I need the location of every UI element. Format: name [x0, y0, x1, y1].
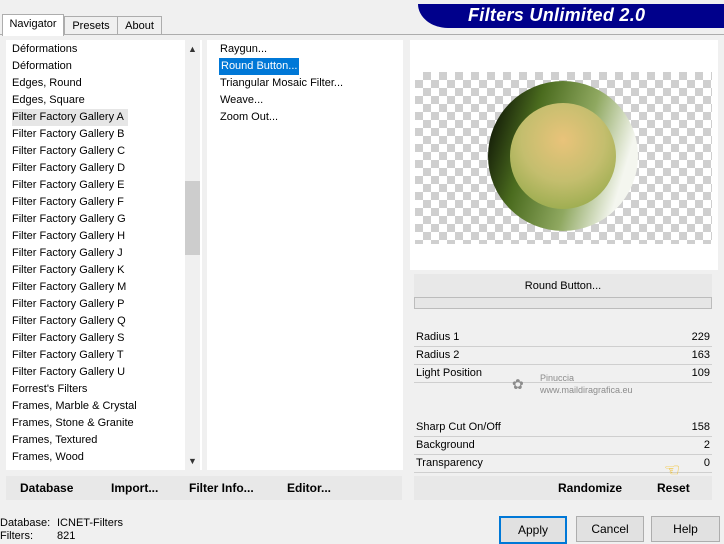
- category-item[interactable]: Filter Factory Gallery F: [12, 194, 124, 211]
- category-item[interactable]: Edges, Square: [12, 92, 85, 109]
- status-database: Database: ICNET-Filters: [0, 517, 123, 530]
- progress-bar: [414, 297, 712, 309]
- param-row[interactable]: Radius 1 229: [414, 329, 712, 346]
- randomize-button[interactable]: Randomize: [558, 481, 622, 495]
- category-item[interactable]: Frames, Marble & Crystal: [12, 398, 137, 415]
- help-button[interactable]: Help: [651, 516, 720, 542]
- param-label: Transparency: [416, 457, 483, 469]
- category-item[interactable]: Filter Factory Gallery D: [12, 160, 125, 177]
- param-row[interactable]: Sharp Cut On/Off 158: [414, 419, 712, 436]
- scroll-up-icon[interactable]: ▲: [185, 42, 200, 57]
- category-item[interactable]: Filter Factory Gallery J: [12, 245, 123, 262]
- category-item[interactable]: Frames, Stone & Granite: [12, 415, 134, 432]
- category-item[interactable]: Déformations: [12, 41, 77, 58]
- param-label: Light Position: [416, 367, 483, 379]
- category-item[interactable]: Filter Factory Gallery P: [12, 296, 124, 313]
- status-filters: Filters: 821: [0, 530, 75, 543]
- filter-list[interactable]: Raygun... Round Button... Triangular Mosai…: [207, 40, 403, 470]
- param-label: Sharp Cut On/Off: [416, 421, 501, 433]
- category-item[interactable]: Filter Factory Gallery B: [12, 126, 124, 143]
- category-item[interactable]: Filter Factory Gallery S: [12, 330, 124, 347]
- category-item[interactable]: Filter Factory Gallery M: [12, 279, 126, 296]
- status-filters-label: Filters:: [0, 530, 33, 542]
- param-label: Radius 1: [416, 331, 460, 343]
- preview-image: [415, 72, 712, 244]
- param-value: 2: [703, 439, 710, 451]
- scroll-thumb[interactable]: [185, 181, 200, 255]
- status-database-value: ICNET-Filters: [57, 517, 123, 529]
- param-value: 229: [691, 331, 710, 343]
- category-item[interactable]: Déformation: [12, 58, 72, 75]
- round-button-preview: [488, 81, 638, 231]
- param-row[interactable]: Background 2: [414, 437, 712, 454]
- param-value: 158: [691, 421, 710, 433]
- param-value: 0: [703, 457, 710, 469]
- param-row[interactable]: Radius 2 163: [414, 347, 712, 364]
- category-scrollbar[interactable]: ▲ ▼: [185, 40, 200, 470]
- category-item[interactable]: Filter Factory Gallery K: [12, 262, 124, 279]
- tab-navigator[interactable]: Navigator: [2, 14, 64, 36]
- filter-item[interactable]: Triangular Mosaic Filter...: [220, 75, 343, 92]
- title-banner: Filters Unlimited 2.0: [418, 4, 724, 28]
- category-item[interactable]: Filter Factory Gallery A: [12, 109, 128, 126]
- category-item[interactable]: Filter Factory Gallery Q: [12, 313, 126, 330]
- category-item[interactable]: Filter Factory Gallery E: [12, 177, 124, 194]
- reset-button[interactable]: Reset: [657, 481, 690, 495]
- status-database-label: Database:: [0, 517, 51, 529]
- apply-button[interactable]: Apply: [499, 516, 567, 544]
- param-value: 163: [691, 349, 710, 361]
- filter-item[interactable]: Zoom Out...: [220, 109, 278, 126]
- watermark-line1: Pinuccia: [540, 373, 575, 383]
- category-item[interactable]: Filter Factory Gallery H: [12, 228, 125, 245]
- category-item[interactable]: Filter Factory Gallery T: [12, 347, 124, 364]
- watermark-logo-icon: ✿: [512, 376, 524, 392]
- cancel-button[interactable]: Cancel: [576, 516, 644, 542]
- banner-title: Filters Unlimited 2.0: [468, 5, 646, 25]
- param-value: 109: [691, 367, 710, 379]
- tab-divider: [0, 34, 724, 35]
- tab-about[interactable]: About: [117, 16, 162, 35]
- category-item[interactable]: Frames, Wood: [12, 449, 84, 466]
- tab-presets[interactable]: Presets: [64, 16, 118, 35]
- category-item[interactable]: Filter Factory Gallery C: [12, 143, 125, 160]
- filter-item[interactable]: Raygun...: [220, 41, 267, 58]
- filter-info-button[interactable]: Filter Info...: [189, 481, 254, 495]
- left-action-bar: Database Import... Filter Info... Editor…: [6, 476, 402, 500]
- status-filters-value: 821: [57, 530, 76, 542]
- param-label: Radius 2: [416, 349, 460, 361]
- filter-name-display: Round Button...: [414, 274, 712, 298]
- category-item[interactable]: Filter Factory Gallery G: [12, 211, 126, 228]
- category-list[interactable]: Déformations Déformation Edges, Round Edges…: [6, 40, 202, 470]
- filter-item[interactable]: Round Button...: [219, 58, 300, 75]
- watermark: ✿ Pinuccia www.maildiragrafica.eu: [512, 372, 633, 396]
- category-item[interactable]: Forrest's Filters: [12, 381, 87, 398]
- category-item[interactable]: Frames, Textured: [12, 432, 97, 449]
- right-action-bar: Randomize Reset: [414, 476, 712, 500]
- editor-button[interactable]: Editor...: [287, 481, 331, 495]
- filter-item[interactable]: Weave...: [220, 92, 263, 109]
- import-button[interactable]: Import...: [111, 481, 158, 495]
- database-button[interactable]: Database: [20, 481, 73, 495]
- category-item[interactable]: Filter Factory Gallery U: [12, 364, 125, 381]
- category-item[interactable]: Edges, Round: [12, 75, 82, 92]
- param-label: Background: [416, 439, 475, 451]
- watermark-line2: www.maildiragrafica.eu: [540, 385, 633, 395]
- scroll-down-icon[interactable]: ▼: [185, 454, 200, 469]
